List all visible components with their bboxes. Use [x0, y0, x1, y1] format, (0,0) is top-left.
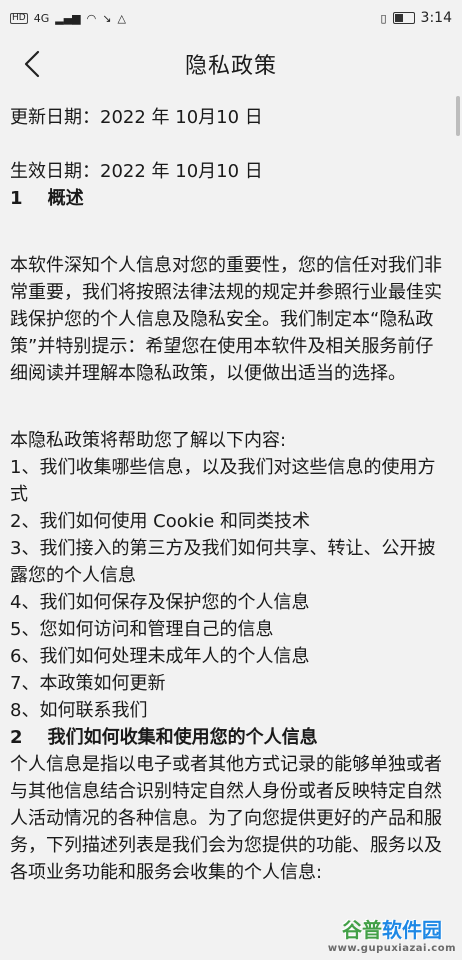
- toc-item: 6、我们如何处理未成年人的个人信息: [10, 646, 310, 667]
- watermark-logo-text: 谷普软件园: [341, 918, 442, 942]
- effective-date: 生效日期：2022 年 10月10 日: [10, 161, 263, 182]
- watermark-url: www.gupuxiazai.com: [327, 943, 456, 954]
- toc-item: 5、您如何访问和管理自己的信息: [10, 619, 274, 640]
- network-type-label: 4G: [33, 11, 50, 25]
- wifi-icon: ◠: [86, 11, 97, 25]
- section-1-heading: 1 概述: [10, 188, 84, 209]
- policy-content: 更新日期：2022 年 10月10 日 生效日期：2022 年 10月10 日 …: [10, 104, 448, 886]
- status-bar: HD 4G ▂▄▆ ◠ ↘ △ ▯ 3:14: [0, 0, 462, 36]
- toc-item: 8、如何联系我们: [10, 700, 148, 721]
- chevron-left-icon: [24, 50, 40, 78]
- status-time: 3:14: [420, 10, 452, 26]
- status-bar-left: HD 4G ▂▄▆ ◠ ↘ △: [10, 11, 126, 25]
- toc-item: 1、我们收集哪些信息，以及我们对这些信息的使用方式: [10, 457, 436, 505]
- warning-icon: △: [117, 11, 126, 25]
- status-bar-right: ▯ 3:14: [380, 10, 452, 26]
- nav-bar: 隐私政策: [0, 36, 462, 92]
- intro-paragraph: 本软件深知个人信息对您的重要性，您的信任对我们非常重要，我们将按照法律法规的规定…: [10, 255, 442, 384]
- page-title: 隐私政策: [184, 54, 277, 79]
- missed-call-icon: ↘: [102, 11, 112, 25]
- section-2-heading: 2 我们如何收集和使用您的个人信息: [10, 727, 318, 748]
- vibrate-icon: ▯: [380, 11, 387, 25]
- update-date: 更新日期：2022 年 10月10 日: [10, 107, 263, 128]
- section-2-paragraph: 个人信息是指以电子或者其他方式记录的能够单独或者与其他信息结合识别特定自然人身份…: [10, 754, 442, 883]
- toc-item: 2、我们如何使用 Cookie 和同类技术: [10, 511, 310, 532]
- battery-icon: [392, 12, 415, 24]
- toc-item: 7、本政策如何更新: [10, 673, 166, 694]
- toc-item: 3、我们接入的第三方及我们如何共享、转让、公开披露您的个人信息: [10, 538, 436, 586]
- toc-item: 4、我们如何保存及保护您的个人信息: [10, 592, 310, 613]
- back-button[interactable]: [14, 46, 50, 82]
- signal-icon: ▂▄▆: [55, 11, 81, 25]
- scrollbar[interactable]: [456, 96, 460, 136]
- hd-icon: HD: [10, 12, 28, 24]
- toc-intro: 本隐私政策将帮助您了解以下内容:: [10, 430, 287, 451]
- site-watermark: 谷普软件园 www.gupuxiazai.com: [328, 914, 456, 954]
